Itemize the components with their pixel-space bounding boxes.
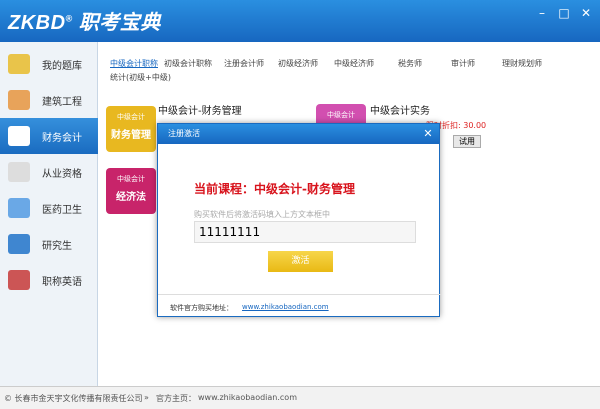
try-button[interactable]: 试用	[453, 135, 481, 148]
dictionary-icon	[8, 270, 30, 290]
flask-icon	[8, 198, 30, 218]
sidebar-item-my-bank[interactable]: 我的题库	[0, 46, 98, 82]
tab-cpa[interactable]: 注册会计师	[224, 58, 264, 69]
close-icon[interactable]: ✕	[421, 127, 435, 141]
books-icon	[8, 234, 30, 254]
close-button[interactable]: ✕	[578, 6, 594, 20]
current-course: 当前课程：中级会计-财务管理	[194, 182, 355, 196]
tab-statistics[interactable]: 统计(初级+中级)	[110, 72, 171, 83]
tab-intermediate-economist[interactable]: 中级经济师	[334, 58, 374, 69]
pencil-book-icon	[8, 54, 30, 74]
course-cover[interactable]: 中级会计 财务管理	[106, 106, 156, 152]
title-bar: ZKBD® 职考宝典 – □ ✕	[0, 0, 600, 42]
sidebar-item-accounting[interactable]: 财务会计	[0, 118, 98, 154]
tab-financial-planner[interactable]: 理财规划师	[502, 58, 542, 69]
separator-icon: »	[144, 393, 149, 402]
sidebar-item-medicine[interactable]: 医药卫生	[0, 190, 98, 226]
dialog-title: 注册激活	[158, 124, 439, 144]
copyright: © 长春市金天宇文化传播有限责任公司	[4, 394, 143, 403]
home-link[interactable]: www.zhikaobaodian.com	[198, 393, 297, 402]
activation-dialog: 注册激活 ✕ 当前课程：中级会计-财务管理 购买软件后将激活码填入上方文本框中 …	[157, 123, 441, 318]
tab-junior-economist[interactable]: 初级经济师	[278, 58, 318, 69]
purchase-link[interactable]: www.zhikaobaodian.com	[242, 303, 329, 311]
sidebar: 我的题库 建筑工程 财务会计 从业资格 医药卫生 研究生 职称英语	[0, 42, 98, 386]
window-controls: – □ ✕	[534, 6, 594, 20]
tab-junior-accounting[interactable]: 初级会计职称	[164, 58, 212, 69]
status-bar: © 长春市金天宇文化传播有限责任公司 » 官方主页： www.zhikaobao…	[0, 386, 600, 409]
document-icon	[8, 162, 30, 182]
sidebar-item-construction[interactable]: 建筑工程	[0, 82, 98, 118]
minimize-button[interactable]: –	[534, 6, 550, 20]
activate-button[interactable]: 激活	[268, 251, 333, 272]
tab-intermediate-accounting[interactable]: 中级会计职称	[110, 58, 158, 69]
code-hint: 购买软件后将激活码填入上方文本框中	[194, 210, 330, 219]
course-title[interactable]: 中级会计-财务管理	[158, 102, 242, 117]
tools-icon	[8, 90, 30, 110]
course-cover[interactable]: 中级会计 经济法	[106, 168, 156, 214]
dialog-footer: 软件官方购买地址： www.zhikaobaodian.com	[158, 294, 441, 318]
course-title[interactable]: 中级会计实务	[370, 102, 430, 117]
purchase-label: 软件官方购买地址：	[170, 304, 233, 312]
tab-tax-advisor[interactable]: 税务师	[398, 58, 422, 69]
maximize-button[interactable]: □	[556, 6, 572, 20]
activation-code-input[interactable]: 11111111	[194, 221, 416, 243]
sidebar-item-qualification[interactable]: 从业资格	[0, 154, 98, 190]
home-label: 官方主页：	[156, 394, 196, 403]
app-logo: ZKBD® 职考宝典	[8, 12, 161, 34]
sidebar-item-graduate[interactable]: 研究生	[0, 226, 98, 262]
sidebar-item-english[interactable]: 职称英语	[0, 262, 98, 298]
wallet-icon	[8, 126, 30, 146]
category-tabs: 中级会计职称 初级会计职称 注册会计师 初级经济师 中级经济师 税务师 审计师 …	[100, 52, 596, 84]
tab-auditor[interactable]: 审计师	[451, 58, 475, 69]
